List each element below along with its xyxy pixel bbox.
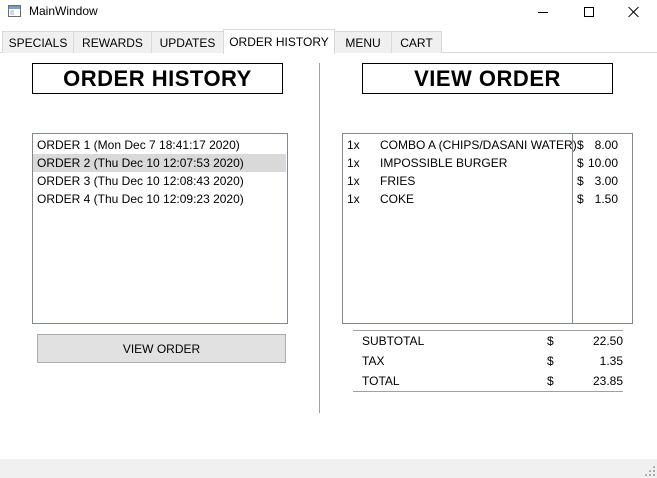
item-price: 8.00 — [594, 138, 618, 152]
tab-rewards[interactable]: REWARDS — [73, 31, 152, 53]
app-window-icon — [8, 5, 21, 17]
close-button[interactable] — [611, 0, 657, 24]
tab-menu[interactable]: MENU — [334, 31, 392, 53]
subtotal-row: SUBTOTAL $ 22.50 — [353, 331, 623, 351]
orders-list[interactable]: ORDER 1 (Mon Dec 7 18:41:17 2020) ORDER … — [32, 133, 288, 324]
item-quantity: 1x — [347, 192, 360, 206]
item-name: IMPOSSIBLE BURGER — [380, 156, 508, 170]
total-row: TOTAL $ 23.85 — [353, 371, 623, 391]
subtotal-value: 22.50 — [592, 334, 623, 348]
view-order-button[interactable]: VIEW ORDER — [37, 334, 286, 363]
title-bar: MainWindow — [0, 0, 657, 24]
item-quantity: 1x — [347, 156, 360, 170]
tab-bar: SPECIALS REWARDS UPDATES ORDER HISTORY M… — [0, 29, 657, 54]
tab-updates[interactable]: UPDATES — [151, 31, 224, 53]
item-currency: $ — [577, 192, 584, 206]
order-list-item[interactable]: ORDER 1 (Mon Dec 7 18:41:17 2020) — [33, 136, 287, 154]
maximize-icon — [584, 7, 594, 17]
subtotal-currency: $ — [547, 334, 554, 348]
item-price: 10.00 — [587, 156, 618, 170]
order-list-item-selected[interactable]: ORDER 2 (Thu Dec 10 12:07:53 2020) — [33, 154, 286, 172]
tax-row: TAX $ 1.35 — [353, 351, 623, 371]
order-item-row[interactable]: 1x COMBO A (CHIPS/DASANI WATER) $ 8.00 — [343, 136, 632, 154]
tab-order-history[interactable]: ORDER HISTORY — [223, 29, 335, 54]
panel-divider — [319, 63, 320, 413]
item-price: 3.00 — [594, 174, 618, 188]
item-name: COKE — [380, 192, 415, 206]
item-name: FRIES — [380, 174, 416, 188]
order-list-item[interactable]: ORDER 3 (Thu Dec 10 12:08:43 2020) — [33, 172, 287, 190]
order-items-table[interactable]: 1x COMBO A (CHIPS/DASANI WATER) $ 8.00 1… — [342, 133, 633, 324]
item-price: 1.50 — [594, 192, 618, 206]
tax-label: TAX — [362, 354, 385, 368]
total-currency: $ — [547, 374, 554, 388]
tab-cart[interactable]: CART — [391, 31, 442, 53]
item-currency: $ — [577, 156, 584, 170]
tab-specials[interactable]: SPECIALS — [2, 31, 74, 53]
order-history-page: ORDER HISTORY ORDER 1 (Mon Dec 7 18:41:1… — [0, 53, 657, 459]
item-currency: $ — [577, 174, 584, 188]
order-list-item[interactable]: ORDER 4 (Thu Dec 10 12:09:23 2020) — [33, 190, 287, 208]
item-name: COMBO A (CHIPS/DASANI WATER) — [380, 138, 577, 152]
item-currency: $ — [577, 138, 584, 152]
order-item-row[interactable]: 1x FRIES $ 3.00 — [343, 172, 632, 190]
order-totals: SUBTOTAL $ 22.50 TAX $ 1.35 TOTAL $ 23.8… — [353, 330, 623, 392]
status-bar — [0, 459, 657, 478]
minimize-button[interactable] — [520, 0, 566, 24]
close-icon — [628, 6, 640, 18]
window-title: MainWindow — [29, 4, 98, 18]
resize-grip-icon[interactable] — [644, 465, 655, 476]
minimize-icon — [538, 11, 548, 13]
total-value: 23.85 — [592, 374, 623, 388]
view-order-heading: VIEW ORDER — [362, 63, 613, 94]
total-label: TOTAL — [362, 374, 400, 388]
tax-value: 1.35 — [599, 354, 623, 368]
order-history-heading: ORDER HISTORY — [32, 63, 283, 94]
order-item-row[interactable]: 1x COKE $ 1.50 — [343, 190, 632, 208]
item-quantity: 1x — [347, 138, 360, 152]
order-item-row[interactable]: 1x IMPOSSIBLE BURGER $ 10.00 — [343, 154, 632, 172]
maximize-button[interactable] — [566, 0, 612, 24]
tax-currency: $ — [547, 354, 554, 368]
item-quantity: 1x — [347, 174, 360, 188]
subtotal-label: SUBTOTAL — [362, 334, 425, 348]
